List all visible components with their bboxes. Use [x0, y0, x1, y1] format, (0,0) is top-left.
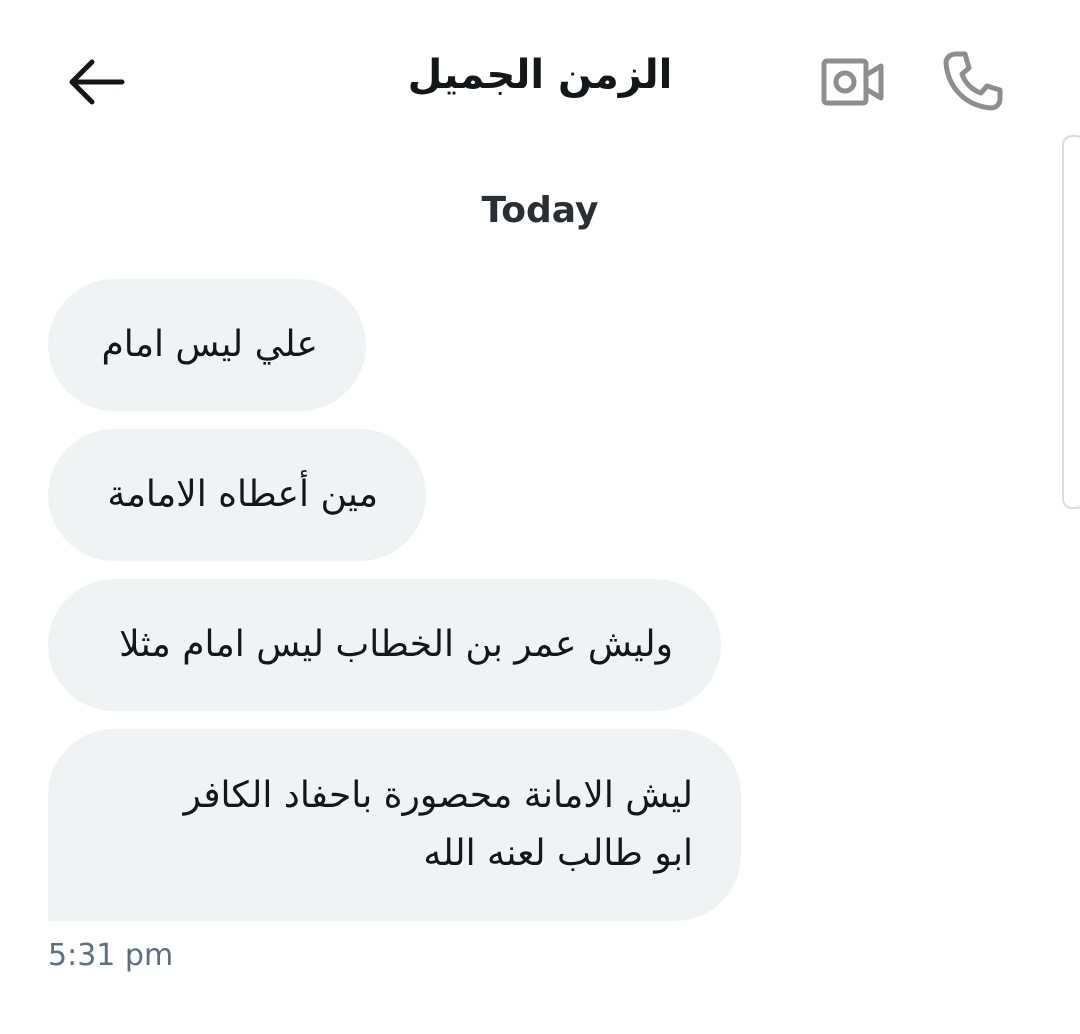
conversation-title[interactable]: الزمن الجميل [408, 52, 673, 98]
message-text: مين أعطاه الامامة [107, 474, 378, 515]
message-timestamp: 5:31 pm [48, 938, 174, 973]
message-text: علي ليس امام [101, 324, 318, 365]
message-bubble[interactable]: ليش الامانة محصورة باحفاد الكافر ابو طال… [48, 729, 741, 921]
day-separator: Today [481, 190, 599, 231]
arrow-left-icon [69, 59, 125, 105]
voice-call-button[interactable] [936, 46, 1008, 116]
video-call-button[interactable] [818, 52, 888, 112]
message-text: وليش عمر بن الخطاب ليس امام مثلا [119, 624, 673, 665]
message-bubble[interactable]: مين أعطاه الامامة [48, 429, 426, 561]
phone-icon [943, 51, 1003, 111]
video-camera-icon [821, 58, 884, 106]
chat-header: الزمن الجميل [0, 0, 1080, 160]
message-bubble[interactable]: وليش عمر بن الخطاب ليس امام مثلا [48, 579, 721, 711]
message-text: ليش الامانة محصورة باحفاد الكافر ابو طال… [183, 775, 693, 874]
chat-screen: الزمن الجميل Today علي ليس امام مين أعطا… [0, 0, 1080, 1034]
back-button[interactable] [62, 52, 132, 112]
message-bubble[interactable]: علي ليس امام [48, 279, 366, 411]
